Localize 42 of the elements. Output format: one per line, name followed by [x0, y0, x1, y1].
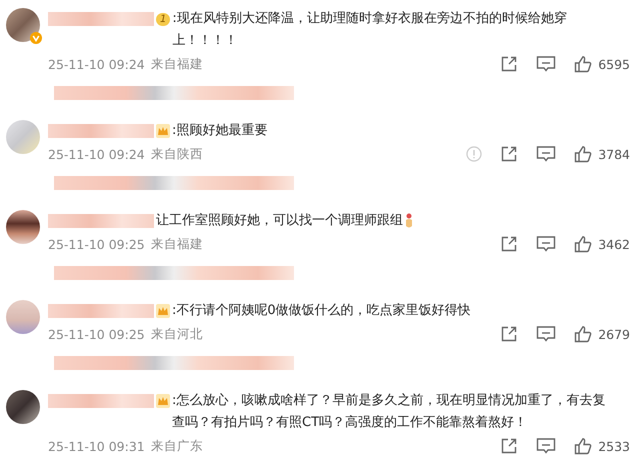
comment-time: 25-11-10 09:24 — [48, 56, 145, 72]
comment-icon[interactable] — [536, 55, 556, 73]
share-icon[interactable] — [500, 235, 518, 253]
avatar[interactable] — [6, 8, 40, 42]
like-button[interactable]: 2679 — [574, 325, 630, 343]
comment-icon[interactable] — [536, 145, 556, 163]
comment-time: 25-11-10 09:24 — [48, 146, 145, 162]
share-icon[interactable] — [500, 437, 518, 455]
thumbs-up-icon — [574, 235, 592, 253]
share-icon[interactable] — [500, 55, 518, 73]
comment-time: 25-11-10 09:25 — [48, 236, 145, 252]
like-button[interactable]: 6595 — [574, 55, 630, 73]
share-icon[interactable] — [500, 325, 518, 343]
thumbs-up-icon — [574, 325, 592, 343]
comment-location: 来自福建 — [150, 236, 203, 252]
comment-location: 来自河北 — [150, 326, 203, 342]
comment-text: :不行请个阿姨呢0做做饭什么的，吃点家里饭好得快 — [172, 302, 471, 320]
comment-time: 25-11-10 09:31 — [48, 438, 145, 454]
comment-icon[interactable] — [536, 325, 556, 343]
comment-icon[interactable] — [536, 235, 556, 253]
comment-location: 来自广东 — [150, 438, 203, 454]
comment-text: :怎么放心，咳嗽成啥样了？早前是多久之前，现在明显情况加重了，有去复查吗？有拍片吗？有照CT吗？高强度的工作不能靠熬着熬好！ — [172, 392, 606, 432]
comment-text: 让工作室照顾好她，可以找一个调理师跟组 — [156, 212, 403, 230]
crown-icon — [156, 124, 170, 138]
crown-icon — [156, 304, 170, 318]
like-button[interactable]: 3462 — [574, 235, 630, 253]
comment-location: 来自陕西 — [150, 146, 203, 162]
comment-location: 来自福建 — [150, 56, 203, 72]
crown-icon — [156, 394, 170, 408]
comment-text: :现在风特别大还降温，让助理随时拿好衣服在旁边不拍的时候给她穿上！！！！ — [172, 10, 568, 50]
like-button[interactable]: 2533 — [574, 437, 630, 455]
like-button[interactable]: 3784 — [574, 145, 630, 163]
avatar[interactable] — [6, 210, 40, 244]
comment-time: 25-11-10 09:25 — [48, 326, 145, 342]
comment-icon[interactable] — [536, 437, 556, 455]
level-badge: 1 — [156, 12, 170, 26]
share-icon[interactable] — [500, 145, 518, 163]
thumbs-up-icon — [574, 145, 592, 163]
comment-text: :照顾好她最重要 — [172, 122, 268, 140]
thumbs-up-icon — [574, 437, 592, 455]
avatar[interactable] — [6, 390, 40, 424]
thumbs-up-icon — [574, 55, 592, 73]
